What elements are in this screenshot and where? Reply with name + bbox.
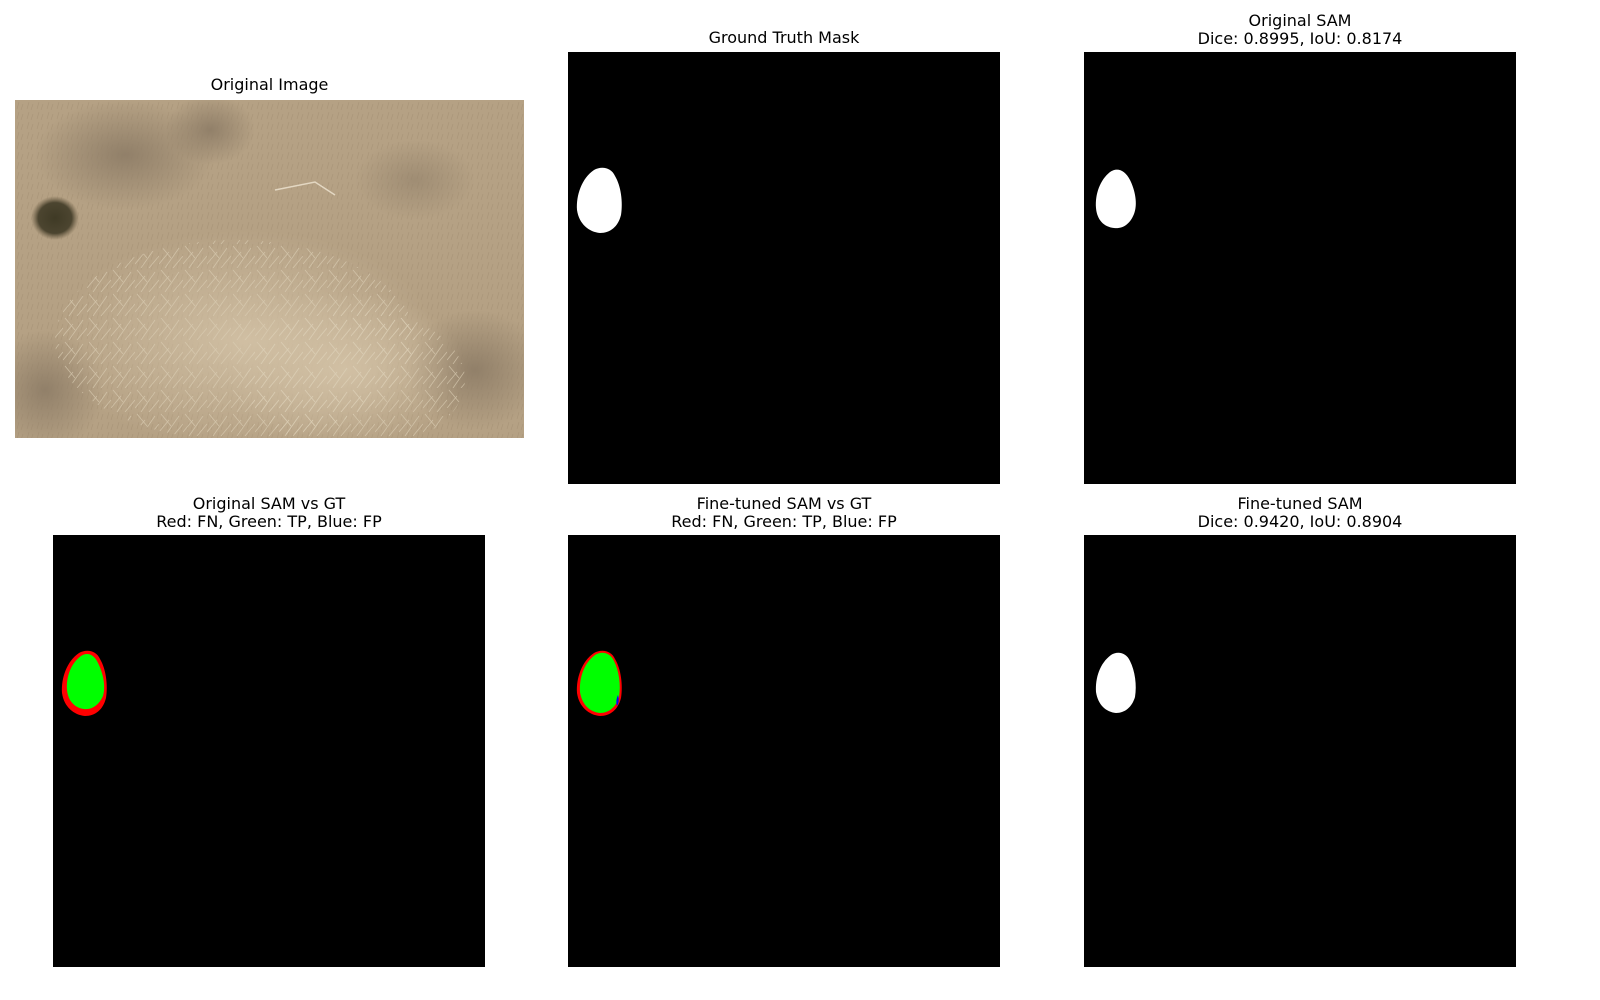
aerial-terrain-photo [15, 100, 524, 438]
segmentation-mask-blob [1095, 652, 1136, 713]
panel-title-original-vs-gt: Original SAM vs GT Red: FN, Green: TP, B… [53, 495, 485, 531]
panel-title-ground-truth: Ground Truth Mask [568, 29, 1000, 47]
finetuned-sam-mask-panel [1084, 535, 1516, 967]
ground-truth-title: Ground Truth Mask [708, 28, 860, 47]
original-image-title: Original Image [210, 75, 329, 94]
finetuned-vs-gt-overlay-panel [568, 535, 1000, 967]
segmentation-mask-blob [576, 167, 622, 233]
panel-title-original-image: Original Image [15, 76, 524, 94]
panel-title-original-sam: Original SAM Dice: 0.8995, IoU: 0.8174 [1084, 12, 1516, 48]
finetuned-sam-title: Fine-tuned SAM [1237, 494, 1363, 513]
original-sam-title: Original SAM [1248, 11, 1352, 30]
panel-title-finetuned-vs-gt: Fine-tuned SAM vs GT Red: FN, Green: TP,… [568, 495, 1000, 531]
panel-title-finetuned-sam: Fine-tuned SAM Dice: 0.9420, IoU: 0.8904 [1084, 495, 1516, 531]
finetuned-vs-gt-title: Fine-tuned SAM vs GT [696, 494, 872, 513]
finetuned-vs-gt-legend: Red: FN, Green: TP, Blue: FP [671, 512, 897, 531]
finetuned-sam-metrics: Dice: 0.9420, IoU: 0.8904 [1197, 512, 1403, 531]
segmentation-mask-blob [1095, 169, 1136, 229]
original-sam-metrics: Dice: 0.8995, IoU: 0.8174 [1197, 29, 1403, 48]
original-sam-mask-panel [1084, 52, 1516, 484]
original-vs-gt-overlay-panel [53, 535, 485, 967]
original-vs-gt-title: Original SAM vs GT [192, 494, 346, 513]
dark-shrub [31, 196, 79, 240]
original-vs-gt-legend: Red: FN, Green: TP, Blue: FP [156, 512, 382, 531]
original-image-panel [15, 100, 524, 438]
ground-truth-mask-panel [568, 52, 1000, 484]
